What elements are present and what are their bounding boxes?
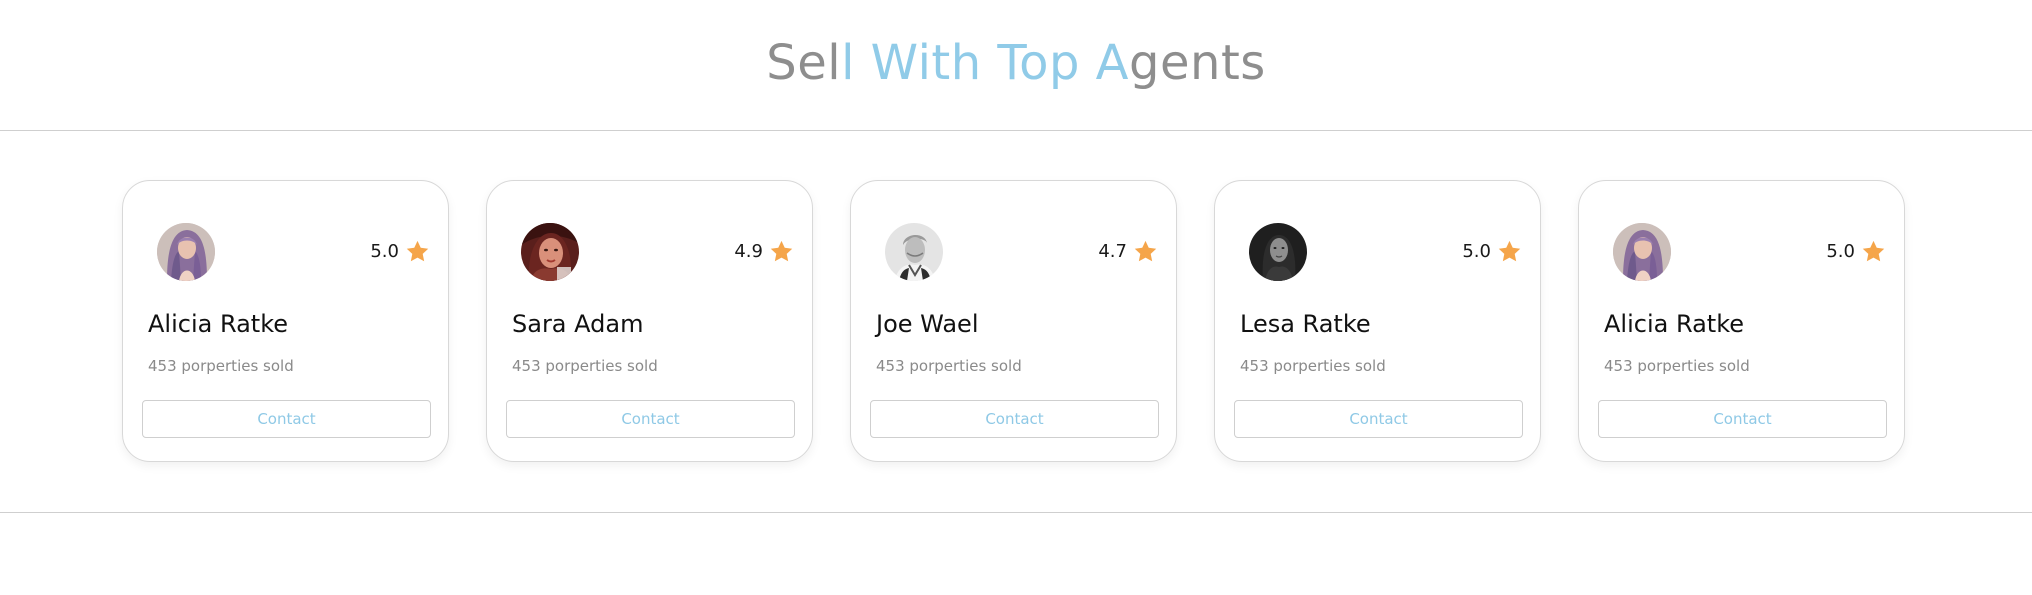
agent-name: Lesa Ratke <box>1240 310 1371 338</box>
agent-avatar <box>521 223 579 281</box>
contact-button[interactable]: Contact <box>870 400 1159 438</box>
agent-rating: 4.9 <box>734 239 794 264</box>
contact-button[interactable]: Contact <box>506 400 795 438</box>
top-divider <box>0 130 2032 131</box>
agents-section: Sell With Top Agents 5.0 Alicia Ratke 45… <box>0 0 2032 595</box>
star-icon <box>770 240 793 262</box>
rating-value: 5.0 <box>370 240 399 262</box>
agent-name: Alicia Ratke <box>1604 310 1745 338</box>
properties-sold: 453 porperties sold <box>1240 357 1386 375</box>
agent-name: Joe Wael <box>876 310 979 338</box>
title-part-3: gents <box>1129 35 1266 91</box>
agent-name: Sara Adam <box>512 310 644 338</box>
rating-value: 4.7 <box>1098 240 1127 262</box>
properties-sold: 453 porperties sold <box>512 357 658 375</box>
agent-card: 5.0 Alicia Ratke 453 porperties sold Con… <box>122 180 449 462</box>
agent-rating: 4.7 <box>1098 239 1158 264</box>
properties-sold: 453 porperties sold <box>148 357 294 375</box>
star-icon <box>1862 240 1885 262</box>
agent-rating: 5.0 <box>1826 239 1886 264</box>
properties-sold: 453 porperties sold <box>876 357 1022 375</box>
agent-card: 4.7 Joe Wael 453 porperties sold Contact <box>850 180 1177 462</box>
contact-button[interactable]: Contact <box>1598 400 1887 438</box>
star-icon <box>1498 240 1521 262</box>
title-part-1: Sel <box>766 35 842 91</box>
rating-value: 5.0 <box>1826 240 1855 262</box>
bottom-divider <box>0 512 2032 513</box>
agent-rating: 5.0 <box>1462 239 1522 264</box>
agent-card: 5.0 Lesa Ratke 453 porperties sold Conta… <box>1214 180 1541 462</box>
star-icon <box>406 240 429 262</box>
agent-avatar <box>1249 223 1307 281</box>
agent-avatar <box>885 223 943 281</box>
red-tone-avatar-icon <box>521 223 579 281</box>
title-part-accent: l With Top A <box>841 35 1130 91</box>
star-icon <box>1134 240 1157 262</box>
purple-hair-avatar-icon <box>157 223 215 281</box>
rating-value: 4.9 <box>734 240 763 262</box>
agent-rating: 5.0 <box>370 239 430 264</box>
agent-card: 5.0 Alicia Ratke 453 porperties sold Con… <box>1578 180 1905 462</box>
dark-avatar-icon <box>1249 223 1307 281</box>
grayscale-man-avatar-icon <box>885 223 943 281</box>
section-title: Sell With Top Agents <box>0 30 2032 96</box>
rating-value: 5.0 <box>1462 240 1491 262</box>
contact-button[interactable]: Contact <box>1234 400 1523 438</box>
purple-hair-avatar-icon <box>1613 223 1671 281</box>
agent-cards: 5.0 Alicia Ratke 453 porperties sold Con… <box>122 180 1905 462</box>
agent-avatar <box>157 223 215 281</box>
agent-avatar <box>1613 223 1671 281</box>
properties-sold: 453 porperties sold <box>1604 357 1750 375</box>
contact-button[interactable]: Contact <box>142 400 431 438</box>
agent-name: Alicia Ratke <box>148 310 289 338</box>
agent-card: 4.9 Sara Adam 453 porperties sold Contac… <box>486 180 813 462</box>
